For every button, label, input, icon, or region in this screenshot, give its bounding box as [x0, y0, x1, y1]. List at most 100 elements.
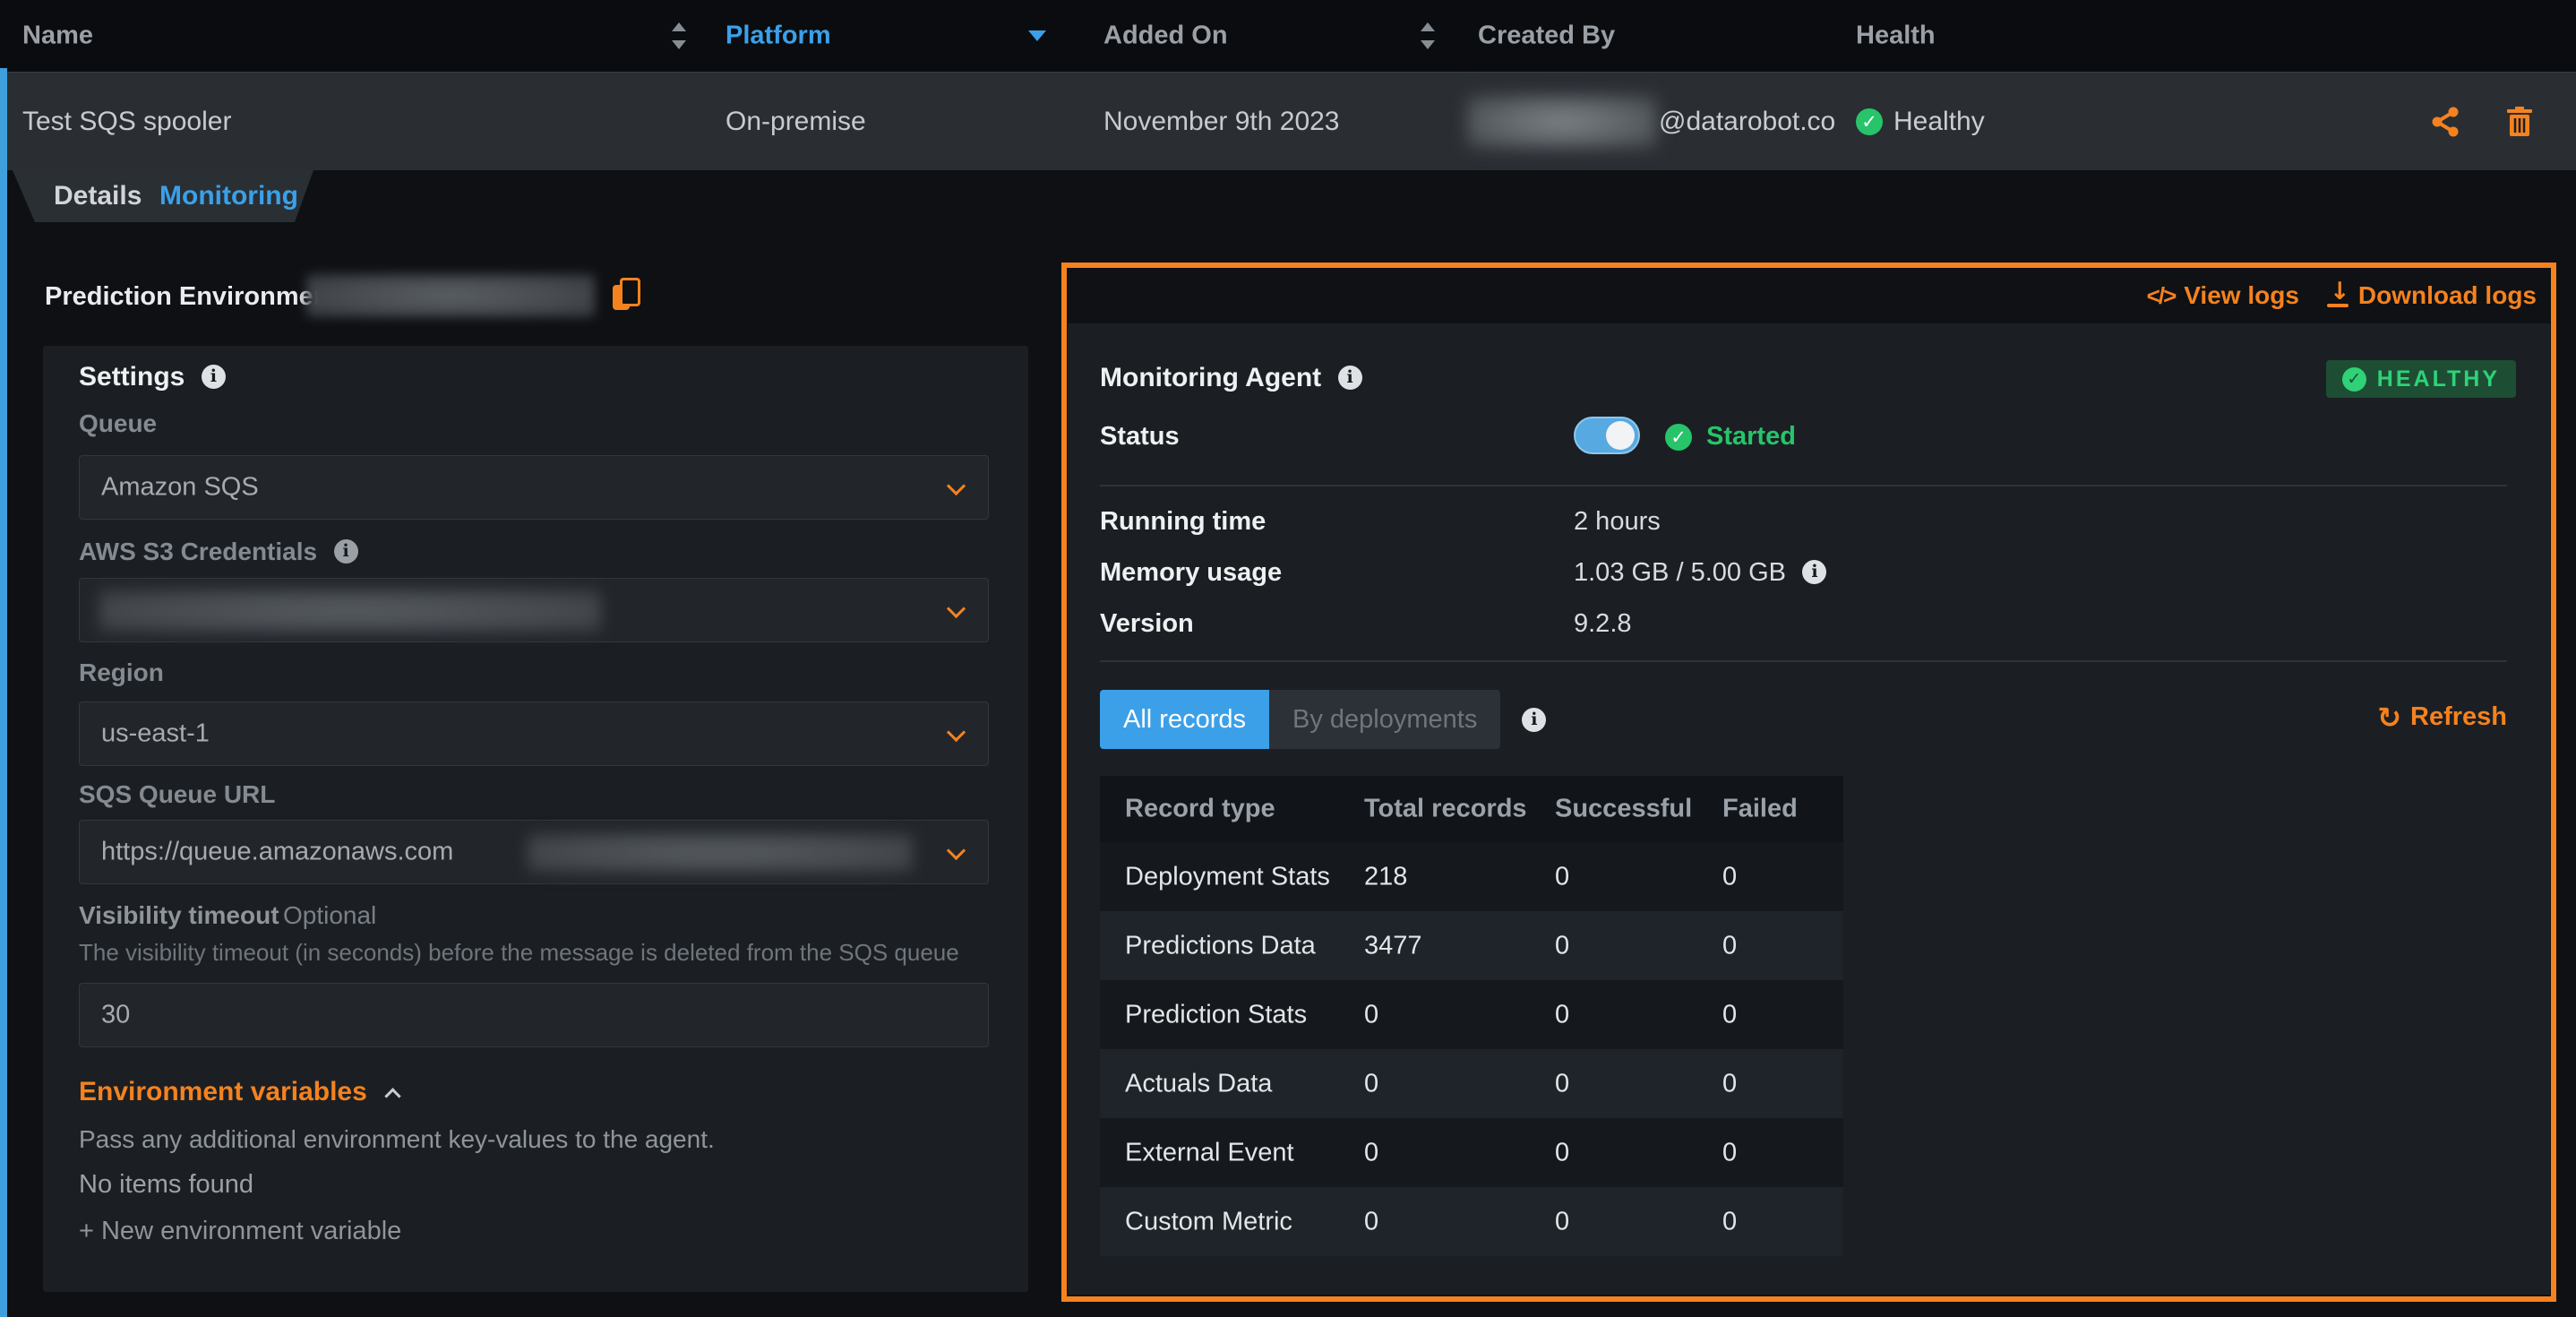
chevron-down-icon — [947, 599, 966, 618]
records-view-tabs: All records By deployments — [1100, 690, 1546, 749]
col-failed: Failed — [1722, 795, 1798, 824]
region-value: us-east-1 — [101, 719, 210, 749]
queue-select[interactable]: Amazon SQS — [79, 455, 989, 520]
sort-icon[interactable] — [672, 22, 686, 49]
environment-variables-title[interactable]: Environment variables — [79, 1077, 367, 1106]
share-icon[interactable] — [2429, 105, 2463, 139]
check-icon — [1665, 424, 1692, 451]
logs-actions: </> View logs Download logs — [1067, 268, 2551, 323]
environment-variables-help: Pass any additional environment key-valu… — [79, 1125, 715, 1154]
sqs-url-value: https://queue.amazonaws.com — [101, 838, 453, 867]
creator-domain: @datarobot.co — [1659, 107, 1835, 137]
info-icon[interactable] — [202, 365, 226, 389]
version-value: 9.2.8 — [1574, 609, 1632, 639]
list-column-header: Name Platform Added On Created By Health — [0, 0, 2576, 72]
table-row: Actuals Data 0 0 0 — [1100, 1049, 1843, 1118]
prediction-environment-page: Name Platform Added On Created By Health… — [0, 0, 2576, 1317]
queue-value: Amazon SQS — [101, 473, 259, 503]
running-time-label: Running time — [1100, 507, 1266, 537]
refresh-icon: ↻ — [2377, 704, 2401, 731]
column-added-on[interactable]: Added On — [1103, 22, 1228, 51]
chevron-down-icon — [947, 841, 966, 860]
redacted-sqs-url — [528, 833, 913, 873]
table-row: Predictions Data 3477 0 0 — [1100, 911, 1843, 980]
visibility-help-text: The visibility timeout (in seconds) befo… — [79, 939, 959, 967]
visibility-timeout-label: Visibility timeout — [79, 901, 279, 929]
selected-row-accent-bar — [0, 68, 7, 1317]
environment-row[interactable]: Test SQS spooler On-premise November 9th… — [0, 72, 2576, 170]
table-row: External Event 0 0 0 — [1100, 1118, 1843, 1187]
tab-all-records[interactable]: All records — [1100, 690, 1269, 749]
status-label: Status — [1100, 422, 1180, 452]
info-icon[interactable] — [1802, 560, 1826, 584]
redacted-creator-name — [1467, 95, 1657, 149]
no-items-text: No items found — [79, 1170, 253, 1200]
view-logs-button[interactable]: </> View logs — [2147, 281, 2299, 310]
monitoring-agent-card: Monitoring Agent HEALTHY Status Started … — [1068, 323, 2550, 1295]
health-check-icon — [1856, 108, 1883, 135]
environment-variables-toggle[interactable]: Environment variables — [79, 1077, 399, 1107]
info-icon[interactable] — [1338, 366, 1362, 390]
platform-value: On-premise — [726, 107, 866, 137]
tab-monitoring[interactable]: Monitoring — [159, 181, 298, 211]
info-icon[interactable] — [334, 539, 358, 564]
tab-details[interactable]: Details — [54, 181, 142, 211]
visibility-timeout-input[interactable]: 30 — [79, 983, 989, 1047]
delete-icon[interactable] — [2503, 105, 2537, 139]
download-logs-button[interactable]: Download logs — [2326, 281, 2537, 310]
version-label: Version — [1100, 609, 1194, 639]
sqs-url-label: SQS Queue URL — [79, 780, 275, 809]
visibility-timeout-value: 30 — [101, 1001, 130, 1030]
download-icon — [2326, 282, 2349, 309]
added-on-value: November 9th 2023 — [1103, 107, 1340, 137]
sqs-url-select[interactable]: https://queue.amazonaws.com — [79, 820, 989, 884]
refresh-button[interactable]: ↻ Refresh — [2377, 702, 2507, 732]
records-table: Record type Total records Successful Fai… — [1100, 776, 1843, 1256]
monitoring-agent-title: Monitoring Agent — [1100, 363, 1321, 392]
col-record-type: Record type — [1125, 795, 1275, 824]
column-name[interactable]: Name — [22, 22, 93, 51]
table-header: Record type Total records Successful Fai… — [1100, 776, 1843, 842]
memory-usage-label: Memory usage — [1100, 558, 1282, 588]
column-platform[interactable]: Platform — [726, 22, 831, 51]
agent-status-toggle[interactable] — [1574, 417, 1640, 454]
memory-usage-value: 1.03 GB / 5.00 GB — [1574, 558, 1786, 587]
table-row: Custom Metric 0 0 0 — [1100, 1187, 1843, 1256]
divider — [1100, 660, 2507, 662]
status-started: Started — [1665, 422, 1796, 452]
code-icon: </> — [2147, 282, 2176, 310]
region-label: Region — [79, 658, 164, 687]
table-row: Prediction Stats 0 0 0 — [1100, 980, 1843, 1049]
health-value: Healthy — [1893, 107, 1985, 137]
redacted-credentials — [99, 590, 601, 633]
region-select[interactable]: us-east-1 — [79, 702, 989, 766]
sort-icon[interactable] — [1421, 22, 1435, 49]
new-environment-variable-button[interactable]: + New environment variable — [79, 1217, 401, 1246]
divider — [1100, 485, 2507, 486]
settings-panel: Settings Queue Amazon SQS AWS S3 Credent… — [43, 346, 1028, 1292]
info-icon[interactable] — [1522, 708, 1546, 732]
table-row: Deployment Stats 218 0 0 — [1100, 842, 1843, 911]
credentials-label: AWS S3 Credentials — [79, 538, 317, 565]
column-health: Health — [1856, 22, 1936, 51]
filter-dropdown-icon[interactable] — [1028, 30, 1046, 41]
redacted-environment-id — [306, 274, 595, 317]
queue-label: Queue — [79, 409, 157, 438]
column-created-by: Created By — [1478, 22, 1615, 51]
healthy-status-badge: HEALTHY — [2326, 360, 2516, 398]
chevron-down-icon — [947, 723, 966, 742]
copy-icon[interactable] — [611, 274, 641, 315]
environment-name-link[interactable]: Test SQS spooler — [22, 107, 231, 137]
visibility-optional-flag: Optional — [283, 901, 376, 929]
running-time-value: 2 hours — [1574, 507, 1661, 537]
chevron-down-icon — [947, 477, 966, 495]
monitoring-agent-box: </> View logs Download logs Monitoring A… — [1061, 263, 2556, 1302]
chevron-up-icon — [385, 1088, 401, 1104]
detail-tabs: Details Monitoring — [0, 170, 2576, 222]
credentials-select[interactable] — [79, 578, 989, 642]
col-total-records: Total records — [1364, 795, 1527, 824]
check-icon — [2342, 367, 2366, 392]
settings-title: Settings — [79, 362, 185, 392]
tab-container: Details Monitoring — [7, 170, 321, 222]
tab-by-deployments[interactable]: By deployments — [1269, 690, 1500, 749]
